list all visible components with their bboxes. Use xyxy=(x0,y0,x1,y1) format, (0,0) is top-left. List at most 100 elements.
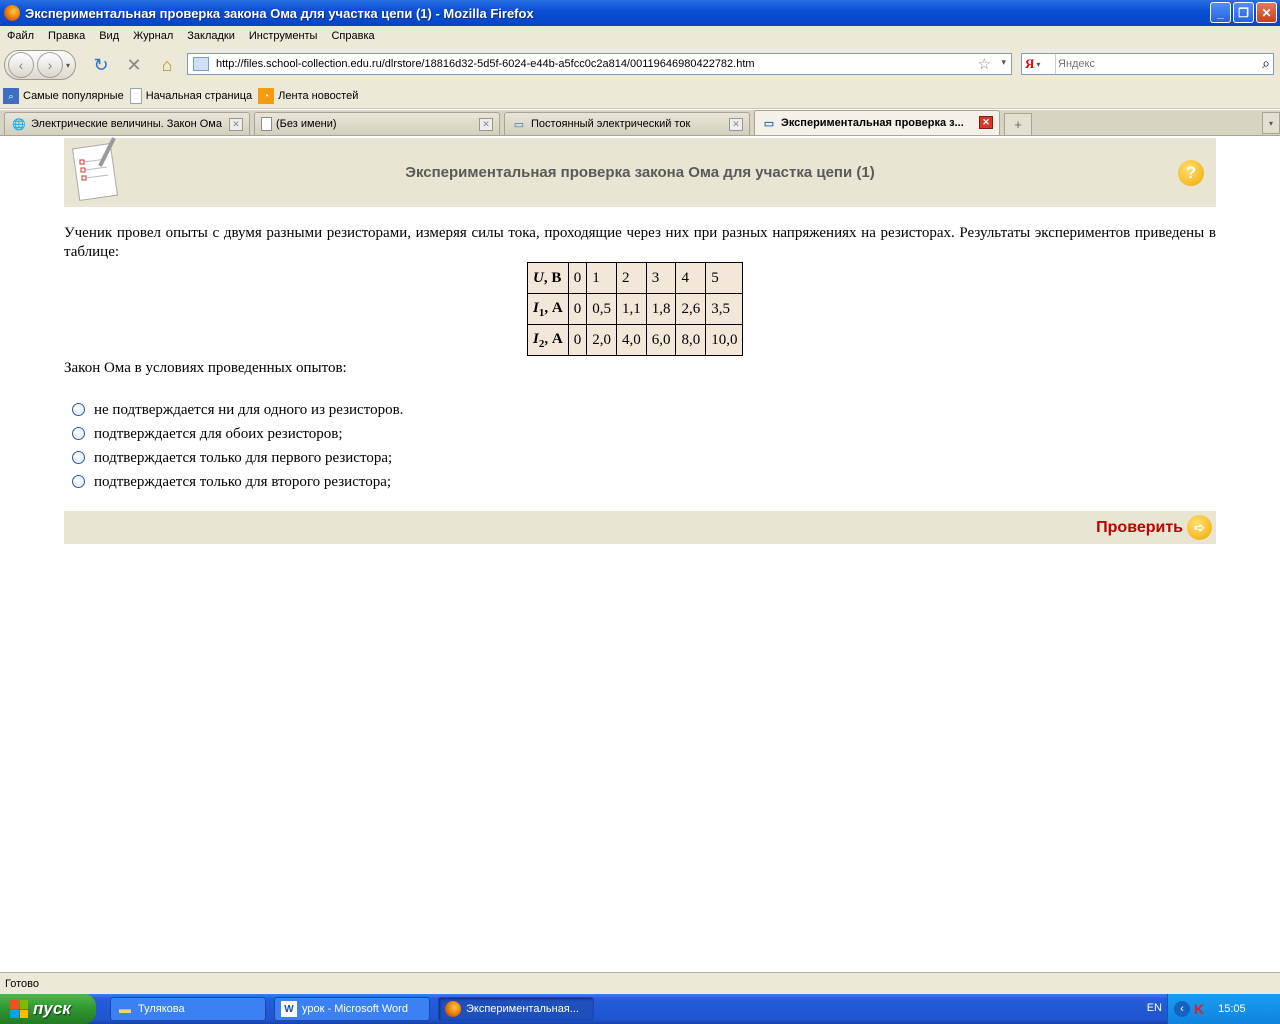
list-all-tabs-icon[interactable]: ▾ xyxy=(1262,112,1280,134)
table-cell: 4,0 xyxy=(615,324,647,356)
chevron-right-icon: › xyxy=(47,57,53,73)
menu-view[interactable]: Вид xyxy=(99,30,119,42)
search-input[interactable] xyxy=(1058,58,1248,70)
tab-ohm-law-check[interactable]: ▭ Экспериментальная проверка з... ✕ xyxy=(754,110,1000,135)
history-dropdown-icon[interactable]: ▾ xyxy=(66,61,70,70)
home-icon[interactable]: ⌂ xyxy=(154,52,180,78)
close-button[interactable]: ✕ xyxy=(1256,2,1277,23)
task-header: Экспериментальная проверка закона Ома дл… xyxy=(64,137,1216,207)
taskbar-item-folder[interactable]: ▬ Тулякова xyxy=(110,997,266,1021)
menu-bar: Файл Правка Вид Журнал Закладки Инструме… xyxy=(0,26,1280,46)
answer-option-2[interactable]: подтверждается для обоих резисторов; xyxy=(70,422,403,446)
answer-option-4[interactable]: подтверждается только для второго резист… xyxy=(70,470,403,494)
yandex-icon: Я xyxy=(1025,56,1035,71)
row-header-voltage: U, В xyxy=(527,262,569,294)
tab-close-icon[interactable]: ✕ xyxy=(479,118,493,131)
table-row: U, В 0 1 2 3 4 5 xyxy=(527,262,744,294)
table-cell: 3 xyxy=(645,262,677,294)
tab-close-icon[interactable]: ✕ xyxy=(229,118,243,131)
menu-bookmarks[interactable]: Закладки xyxy=(187,30,235,42)
reload-icon[interactable]: ↻ xyxy=(88,52,114,78)
back-forward-group: ‹ › ▾ xyxy=(4,50,76,80)
radio-button[interactable] xyxy=(72,474,85,488)
new-tab-button[interactable]: + xyxy=(1004,113,1032,135)
stop-icon[interactable]: ✕ xyxy=(121,52,147,78)
task-footer: Проверить ➪ xyxy=(64,511,1216,544)
menu-edit[interactable]: Правка xyxy=(48,30,85,42)
search-bar: Я ▾ ⌕ xyxy=(1021,53,1274,75)
taskbar-item-word[interactable]: W урок - Microsoft Word xyxy=(274,997,430,1021)
forward-button[interactable]: › xyxy=(37,52,63,78)
answer-option-1[interactable]: не подтверждается ни для одного из резис… xyxy=(70,398,403,422)
menu-tools[interactable]: Инструменты xyxy=(249,30,318,42)
bookmark-star-icon[interactable]: ☆ xyxy=(978,55,991,73)
radio-button[interactable] xyxy=(72,402,85,416)
taskbar-item-firefox[interactable]: Экспериментальная... xyxy=(438,997,594,1021)
bookmark-label: Начальная страница xyxy=(145,90,253,102)
answer-options: не подтверждается ни для одного из резис… xyxy=(70,398,403,494)
tab-label: (Без имени) xyxy=(276,118,337,130)
answer-option-3[interactable]: подтверждается только для первого резист… xyxy=(70,446,403,470)
firefox-logo-icon xyxy=(4,5,20,21)
search-icon[interactable]: ⌕ xyxy=(1262,55,1270,72)
navigation-toolbar: ‹ › ▾ ↻ ✕ ⌂ http://files.school-collecti… xyxy=(0,46,1280,84)
tray-expand-icon[interactable]: ‹ xyxy=(1174,1001,1190,1017)
task-label: урок - Microsoft Word xyxy=(302,1003,408,1015)
address-bar[interactable]: http://files.school-collection.edu.ru/dl… xyxy=(187,53,1012,75)
table-cell: 0 xyxy=(567,262,588,294)
chevron-left-icon: ‹ xyxy=(18,57,24,73)
tab-strip: 🌐 Электрические величины. Закон Ома ✕ (Б… xyxy=(0,110,1280,136)
menu-history[interactable]: Журнал xyxy=(133,30,173,42)
check-button[interactable]: Проверить ➪ xyxy=(1096,515,1212,540)
start-button[interactable]: пуск xyxy=(0,994,96,1024)
tab-close-icon[interactable]: ✕ xyxy=(979,116,993,129)
tab-direct-current[interactable]: ▭ Постоянный электрический ток ✕ xyxy=(504,112,750,135)
page-icon xyxy=(261,117,272,131)
bookmark-home-page[interactable]: Начальная страница xyxy=(129,88,253,104)
table-row: I1, А 0 0,5 1,1 1,8 2,6 3,5 xyxy=(527,293,744,325)
search-engine-selector[interactable]: Я ▾ xyxy=(1022,54,1056,74)
row-header-current-2: I2, А xyxy=(527,324,569,356)
tab-untitled[interactable]: (Без имени) ✕ xyxy=(254,112,500,135)
table-cell: 2,0 xyxy=(586,324,617,356)
start-label: пуск xyxy=(33,999,71,1018)
table-cell: 4 xyxy=(675,262,707,294)
table-cell: 1 xyxy=(586,262,617,294)
option-label: подтверждается только для второго резист… xyxy=(94,473,392,490)
globe-icon: 🌐 xyxy=(12,118,26,131)
arrow-right-icon: ➪ xyxy=(1187,515,1212,540)
site-identity-icon[interactable] xyxy=(193,57,209,71)
firefox-icon xyxy=(445,1001,461,1017)
table-cell: 0 xyxy=(567,324,588,356)
radio-button[interactable] xyxy=(72,426,85,440)
option-label: подтверждается только для первого резист… xyxy=(94,449,393,466)
tab-close-icon[interactable]: ✕ xyxy=(729,118,743,131)
rss-icon: ◔ xyxy=(258,88,275,104)
help-icon[interactable]: ? xyxy=(1178,160,1204,186)
table-cell: 10,0 xyxy=(705,324,744,356)
minimize-button[interactable]: _ xyxy=(1210,2,1231,23)
bookmark-most-visited[interactable]: ⌕ Самые популярные xyxy=(3,88,124,104)
tab-label: Электрические величины. Закон Ома xyxy=(31,118,222,130)
question-text: Ученик провел опыты с двумя разными рези… xyxy=(64,225,1216,260)
windows-taskbar: пуск ▬ Тулякова W урок - Microsoft Word … xyxy=(0,994,1280,1024)
tab-electric-values[interactable]: 🌐 Электрические величины. Закон Ома ✕ xyxy=(4,112,250,135)
radio-button[interactable] xyxy=(72,450,85,464)
bookmarks-toolbar: ⌕ Самые популярные Начальная страница ◔ … xyxy=(0,84,1280,109)
table-cell: 0,5 xyxy=(586,293,617,325)
page-icon xyxy=(129,88,142,104)
system-tray: ‹ K 15:05 xyxy=(1167,994,1280,1024)
menu-help[interactable]: Справка xyxy=(331,30,374,42)
table-cell: 0 xyxy=(567,293,588,325)
back-button[interactable]: ‹ xyxy=(8,52,34,78)
bookmark-news-feed[interactable]: ◔ Лента новостей xyxy=(258,88,358,104)
measurements-table: U, В 0 1 2 3 4 5 I1, А 0 0,5 1,1 1,8 2,6… xyxy=(527,262,744,356)
url-dropdown-icon[interactable]: ▾ xyxy=(1001,57,1006,68)
status-text: Готово xyxy=(5,977,39,990)
antivirus-icon[interactable]: K xyxy=(1194,1001,1204,1017)
most-visited-icon: ⌕ xyxy=(3,88,19,104)
language-indicator[interactable]: EN xyxy=(1147,1002,1162,1014)
maximize-button[interactable]: ❐ xyxy=(1233,2,1254,23)
menu-file[interactable]: Файл xyxy=(7,30,34,42)
window-title: Экспериментальная проверка закона Ома дл… xyxy=(25,5,534,21)
